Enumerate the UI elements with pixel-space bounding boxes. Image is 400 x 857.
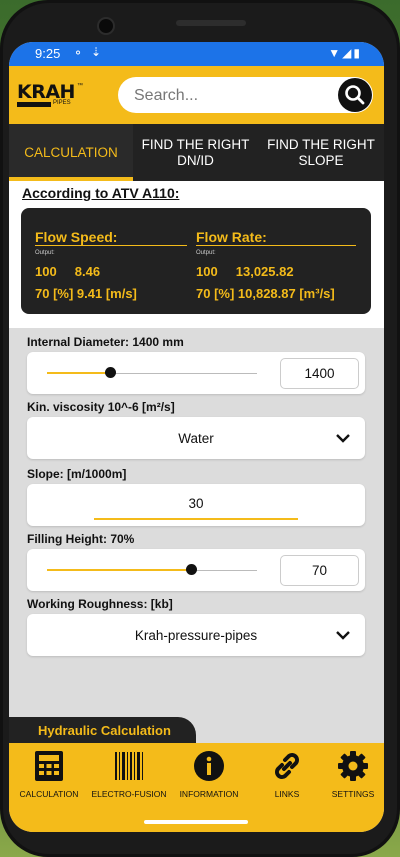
earpiece-speaker: [176, 20, 246, 26]
filling-height-slider-fill: [47, 569, 192, 571]
tab-find-dn-id-label: FIND THE RIGHT DN/ID: [141, 136, 250, 168]
flow-speed-row-2: 70 [%] 9.41 [m/s]: [35, 286, 137, 301]
roughness-select[interactable]: Krah-pressure-pipes: [27, 614, 365, 656]
tab-bar: CALCULATION FIND THE RIGHT DN/ID FIND TH…: [9, 124, 384, 181]
flow-rate-row-2: 70 [%] 10,828.87 [m³/s]: [196, 286, 335, 301]
link-icon: [275, 753, 299, 779]
filling-height-control: 70: [27, 549, 365, 591]
nav-information-label: INFORMATION: [179, 789, 239, 799]
slope-field[interactable]: 30: [27, 484, 365, 526]
filling-height-input[interactable]: 70: [280, 555, 359, 586]
nav-calculation-label: CALCULATION: [19, 789, 79, 799]
flow-speed-title: Flow Speed:: [35, 229, 118, 245]
status-time: 9:25: [35, 46, 61, 61]
search-button[interactable]: [338, 78, 372, 112]
gear-icon: [338, 751, 368, 781]
wifi-icon: ▼: [328, 46, 343, 60]
tab-find-slope-label: FIND THE RIGHT SLOPE: [267, 136, 375, 168]
internal-diameter-input[interactable]: 1400: [280, 358, 359, 389]
info-icon: [194, 751, 224, 781]
notification-dot-icon: ⚬: [73, 46, 84, 60]
barcode-icon: [115, 752, 143, 780]
hydraulic-calculation-label: Hydraulic Calculation: [38, 723, 171, 738]
roughness-selected-value: Krah-pressure-pipes: [134, 628, 258, 643]
search-bar: [118, 77, 373, 113]
viscosity-selected-value: Water: [178, 431, 214, 446]
internal-diameter-slider-thumb[interactable]: [104, 367, 116, 378]
logo-subtext: PIPES: [53, 100, 71, 106]
battery-icon: ▮: [353, 46, 362, 60]
phone-frame: 9:25 ⚬ ⇣ ▼◢▮ KRAH ™ PIPES Search... CALC…: [0, 0, 400, 857]
filling-height-label: Filling Height: 70%: [27, 532, 135, 546]
search-input[interactable]: [132, 85, 326, 107]
bottom-navigation: CALCULATION ELECTRO-FUSION INFORMATION L…: [9, 743, 384, 832]
search-icon: [345, 85, 365, 105]
download-icon: ⇣: [91, 45, 102, 59]
front-camera: [97, 17, 115, 35]
status-icons: ▼◢▮: [328, 46, 362, 60]
tab-calculation-label: CALCULATION: [24, 144, 118, 160]
results-section: According to ATV A110: Flow Speed: Outpu…: [9, 181, 384, 328]
slope-input-value: 30: [188, 496, 204, 511]
filling-height-slider-thumb[interactable]: [186, 564, 198, 575]
calculator-icon: [35, 751, 63, 781]
status-bar: 9:25 ⚬ ⇣ ▼◢▮: [9, 42, 384, 66]
hydraulic-calculation-tab[interactable]: Hydraulic Calculation: [9, 717, 196, 743]
flow-rate-output-label: Output:: [196, 250, 216, 256]
nav-electro-fusion-label: ELECTRO-FUSION: [91, 789, 167, 799]
home-indicator[interactable]: [144, 820, 248, 824]
viscosity-select[interactable]: Water: [27, 417, 365, 459]
internal-diameter-control: 1400: [27, 352, 365, 394]
chevron-down-icon: [336, 631, 350, 640]
flow-rate-row-1: 100 13,025.82: [196, 264, 294, 279]
tab-find-dn-id[interactable]: FIND THE RIGHT DN/ID: [133, 124, 258, 181]
krah-logo[interactable]: KRAH ™ PIPES: [17, 83, 83, 107]
app-header: KRAH ™ PIPES: [9, 66, 384, 124]
viscosity-label: Kin. viscosity 10^-6 [m²/s]: [27, 400, 175, 414]
internal-diameter-label: Internal Diameter: 1400 mm: [27, 335, 184, 349]
flow-speed-row-1: 100 8.46: [35, 264, 101, 279]
tab-find-slope[interactable]: FIND THE RIGHT SLOPE: [258, 124, 384, 181]
chevron-down-icon: [336, 434, 350, 443]
flow-speed-output-label: Output:: [35, 250, 55, 256]
roughness-label: Working Roughness: [kb]: [27, 597, 173, 611]
slope-label: Slope: [m/1000m]: [27, 467, 127, 481]
nav-settings-label: SETTINGS: [331, 789, 375, 799]
results-card: Flow Speed: Output: 100 8.46 70 [%] 9.41…: [21, 208, 371, 314]
signal-icon: ◢: [342, 46, 354, 60]
internal-diameter-slider-fill: [47, 372, 110, 374]
slope-input-underline: [94, 518, 298, 520]
flow-rate-title: Flow Rate:: [196, 229, 267, 245]
results-heading: According to ATV A110:: [22, 185, 180, 201]
app-screen: 9:25 ⚬ ⇣ ▼◢▮ KRAH ™ PIPES Search... CALC…: [9, 42, 384, 832]
tab-calculation[interactable]: CALCULATION: [9, 124, 133, 181]
